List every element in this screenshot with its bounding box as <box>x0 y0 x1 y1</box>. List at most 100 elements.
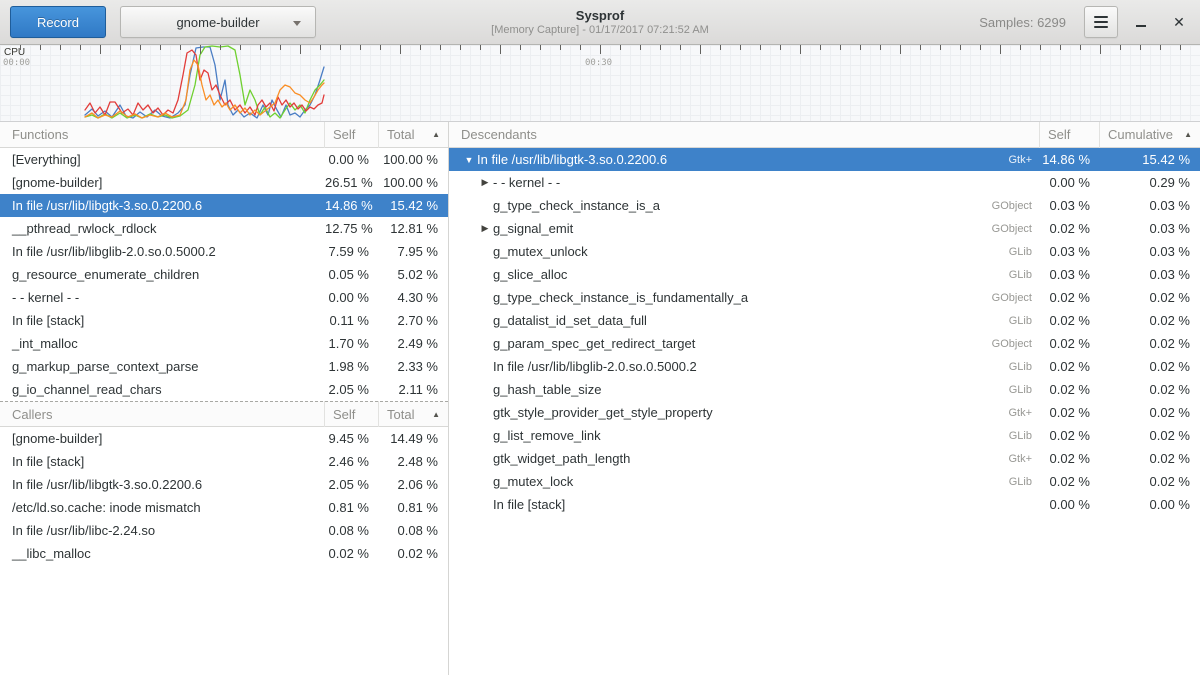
ruler-tick <box>400 45 401 54</box>
table-row[interactable]: __libc_malloc0.02 %0.02 % <box>0 542 448 565</box>
row-self-value: 1.98 % <box>325 359 379 374</box>
column-header-self[interactable]: Self <box>1040 122 1100 148</box>
row-total-value: 5.02 % <box>379 267 448 282</box>
row-name: g_mutex_unlock <box>493 244 588 259</box>
close-button[interactable]: ✕ <box>1164 7 1194 37</box>
ruler-tick <box>560 45 561 50</box>
table-row[interactable]: g_io_channel_read_chars2.05 %2.11 % <box>0 378 448 401</box>
column-header-self[interactable]: Self <box>325 122 379 148</box>
tree-row[interactable]: In file [stack]0.00 %0.00 % <box>449 493 1200 516</box>
tree-row[interactable]: g_type_check_instance_is_aGObject0.03 %0… <box>449 194 1200 217</box>
row-self-value: 0.02 % <box>1040 451 1100 466</box>
table-row[interactable]: [Everything]0.00 %100.00 % <box>0 148 448 171</box>
minimize-icon <box>1136 25 1146 27</box>
expander-icon[interactable]: ▶ <box>477 223 493 234</box>
tree-row[interactable]: g_mutex_lockGLib0.02 %0.02 % <box>449 470 1200 493</box>
row-self-value: 7.59 % <box>325 244 379 259</box>
ruler-tick <box>200 45 201 54</box>
tree-row[interactable]: g_hash_table_sizeGLib0.02 %0.02 % <box>449 378 1200 401</box>
ruler-tick <box>240 45 241 50</box>
ruler-tick <box>500 45 501 54</box>
table-row[interactable]: /etc/ld.so.cache: inode mismatch0.81 %0.… <box>0 496 448 519</box>
row-cumulative-value: 0.03 % <box>1100 267 1200 282</box>
ruler-tick <box>700 45 701 54</box>
cpu-graph[interactable]: CPU 00:00 00:30 <box>0 45 1200 122</box>
callers-table: Callers Self Total ▲ [gnome-builder]9.45… <box>0 401 448 565</box>
samples-count: Samples: 6299 <box>979 15 1066 30</box>
tree-row[interactable]: g_type_check_instance_is_fundamentally_a… <box>449 286 1200 309</box>
row-self-value: 0.02 % <box>1040 474 1100 489</box>
row-name-cell: gtk_style_provider_get_style_propertyGtk… <box>449 405 1040 420</box>
table-row[interactable]: In file [stack]2.46 %2.48 % <box>0 450 448 473</box>
tree-row[interactable]: g_list_remove_linkGLib0.02 %0.02 % <box>449 424 1200 447</box>
row-self-value: 0.02 % <box>1040 382 1100 397</box>
table-row[interactable]: In file /usr/lib/libgtk-3.so.0.2200.62.0… <box>0 473 448 496</box>
table-row[interactable]: _int_malloc1.70 %2.49 % <box>0 332 448 355</box>
ruler-tick <box>940 45 941 50</box>
table-row[interactable]: - - kernel - -0.00 %4.30 % <box>0 286 448 309</box>
table-row[interactable]: g_markup_parse_context_parse1.98 %2.33 % <box>0 355 448 378</box>
header-right: Samples: 6299 ✕ <box>979 6 1194 38</box>
table-row[interactable]: In file /usr/lib/libc-2.24.so0.08 %0.08 … <box>0 519 448 542</box>
tree-row[interactable]: ▶g_signal_emitGObject0.02 %0.03 % <box>449 217 1200 240</box>
row-name: In file [stack] <box>493 497 565 512</box>
row-name-cell: g_mutex_lockGLib <box>449 474 1040 489</box>
column-header-self[interactable]: Self <box>325 401 379 427</box>
row-name: gtk_style_provider_get_style_property <box>493 405 713 420</box>
expander-icon[interactable]: ▶ <box>477 177 493 188</box>
ruler-tick <box>760 45 761 50</box>
column-header-cumulative[interactable]: Cumulative ▲ <box>1100 122 1200 148</box>
table-row[interactable]: __pthread_rwlock_rdlock12.75 %12.81 % <box>0 217 448 240</box>
tree-row[interactable]: g_datalist_id_set_data_fullGLib0.02 %0.0… <box>449 309 1200 332</box>
tree-row[interactable]: gtk_widget_path_lengthGtk+0.02 %0.02 % <box>449 447 1200 470</box>
table-row[interactable]: In file /usr/lib/libgtk-3.so.0.2200.614.… <box>0 194 448 217</box>
ruler-tick <box>140 45 141 50</box>
ruler-tick <box>180 45 181 50</box>
table-row[interactable]: [gnome-builder]26.51 %100.00 % <box>0 171 448 194</box>
row-cumulative-value: 0.29 % <box>1100 175 1200 190</box>
menu-button[interactable] <box>1084 6 1118 38</box>
expander-icon[interactable]: ▼ <box>461 155 477 165</box>
record-button[interactable]: Record <box>10 6 106 38</box>
column-header-callers[interactable]: Callers <box>0 401 325 427</box>
table-row[interactable]: g_resource_enumerate_children0.05 %5.02 … <box>0 263 448 286</box>
ruler-tick <box>160 45 161 50</box>
column-header-descendants[interactable]: Descendants <box>449 122 1040 148</box>
ruler-tick <box>620 45 621 50</box>
column-header-total[interactable]: Total ▲ <box>379 122 448 148</box>
main-panes: Functions Self Total ▲ [Everything]0.00 … <box>0 122 1200 675</box>
tree-row[interactable]: g_slice_allocGLib0.03 %0.03 % <box>449 263 1200 286</box>
library-tag: Gtk+ <box>1008 453 1040 465</box>
process-selector-dropdown[interactable]: gnome-builder <box>120 6 316 38</box>
table-row[interactable]: In file /usr/lib/libglib-2.0.so.0.5000.2… <box>0 240 448 263</box>
tree-row[interactable]: g_param_spec_get_redirect_targetGObject0… <box>449 332 1200 355</box>
cpu-line-blue <box>85 47 324 118</box>
table-row[interactable]: [gnome-builder]9.45 %14.49 % <box>0 427 448 450</box>
ruler-tick <box>80 45 81 50</box>
chevron-down-icon <box>293 21 301 26</box>
row-cumulative-value: 0.02 % <box>1100 290 1200 305</box>
row-total-value: 2.48 % <box>379 454 448 469</box>
tree-row[interactable]: In file /usr/lib/libglib-2.0.so.0.5000.2… <box>449 355 1200 378</box>
tree-row[interactable]: ▼In file /usr/lib/libgtk-3.so.0.2200.6Gt… <box>449 148 1200 171</box>
left-pane: Functions Self Total ▲ [Everything]0.00 … <box>0 122 448 675</box>
column-header-functions[interactable]: Functions <box>0 122 325 148</box>
column-header-total[interactable]: Total ▲ <box>379 401 448 427</box>
tree-row[interactable]: g_mutex_unlockGLib0.03 %0.03 % <box>449 240 1200 263</box>
row-total-value: 2.70 % <box>379 313 448 328</box>
row-name: /etc/ld.so.cache: inode mismatch <box>0 500 325 515</box>
row-self-value: 0.00 % <box>1040 497 1100 512</box>
tree-row[interactable]: gtk_style_provider_get_style_propertyGtk… <box>449 401 1200 424</box>
callers-rows: [gnome-builder]9.45 %14.49 %In file [sta… <box>0 427 448 565</box>
minimize-button[interactable] <box>1126 7 1156 37</box>
table-row[interactable]: In file [stack]0.11 %2.70 % <box>0 309 448 332</box>
tree-row[interactable]: ▶- - kernel - -0.00 %0.29 % <box>449 171 1200 194</box>
close-icon: ✕ <box>1173 15 1185 29</box>
ruler-tick <box>460 45 461 50</box>
row-name-cell: ▼In file /usr/lib/libgtk-3.so.0.2200.6Gt… <box>449 152 1040 167</box>
sort-ascending-icon: ▲ <box>432 410 440 419</box>
row-cumulative-value: 0.02 % <box>1100 359 1200 374</box>
row-name: g_datalist_id_set_data_full <box>493 313 647 328</box>
sysprof-window: Record gnome-builder Sysprof [Memory Cap… <box>0 0 1200 675</box>
ruler-tick <box>340 45 341 50</box>
